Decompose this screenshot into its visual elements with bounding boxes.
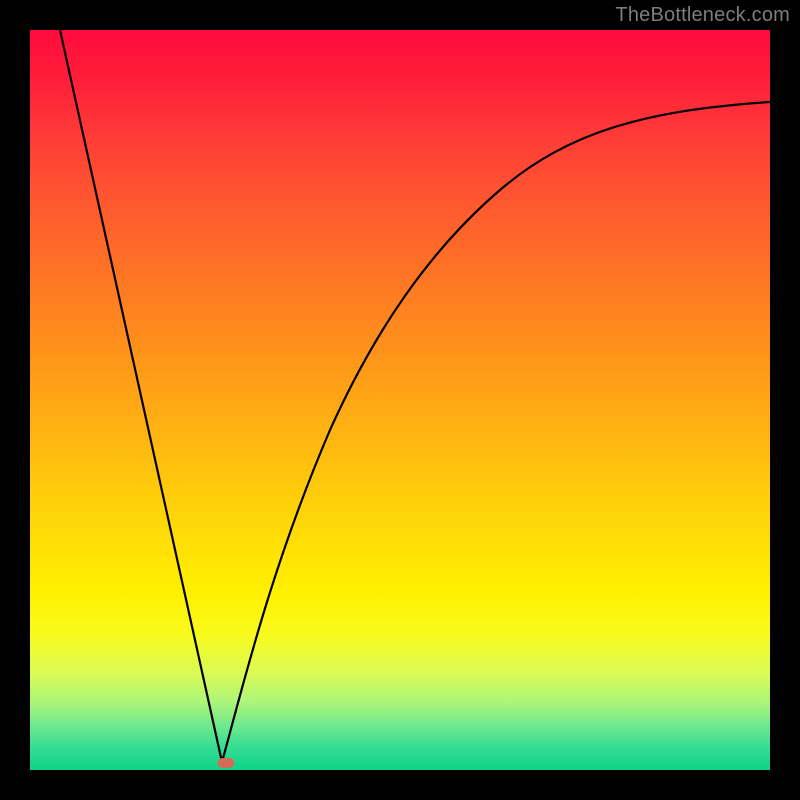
plot-area bbox=[30, 30, 770, 770]
curve-right-branch bbox=[222, 102, 770, 762]
curve-left-branch bbox=[60, 30, 222, 762]
minimum-marker bbox=[218, 758, 235, 768]
chart-frame: TheBottleneck.com bbox=[0, 0, 800, 800]
bottleneck-curve bbox=[30, 30, 770, 770]
watermark-text: TheBottleneck.com bbox=[615, 4, 790, 27]
